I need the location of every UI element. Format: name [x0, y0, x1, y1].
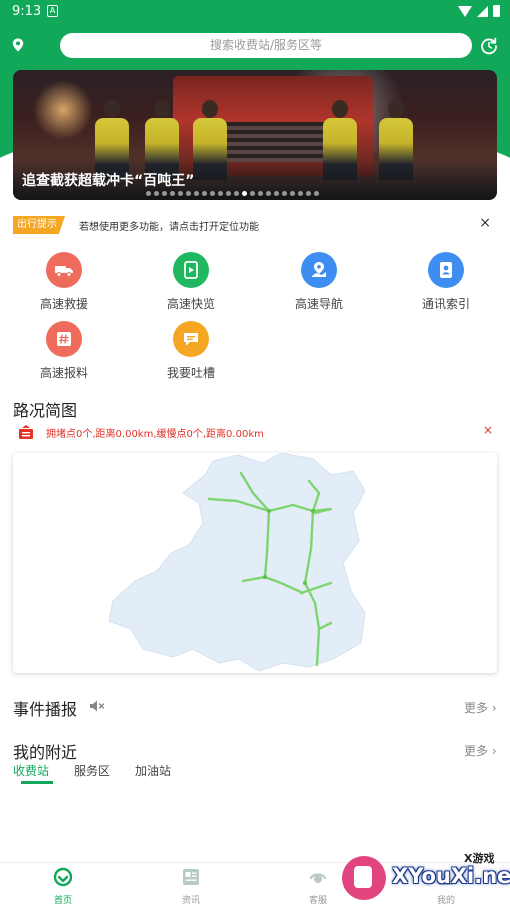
- status-icons: [458, 5, 500, 17]
- func-contacts[interactable]: 通讯索引: [406, 252, 486, 312]
- gamepad-logo-icon: [342, 856, 386, 900]
- func-navigation[interactable]: 高速导航: [279, 252, 359, 312]
- tip-badge: 出行提示: [13, 216, 65, 234]
- phone-video-icon: [173, 252, 209, 288]
- banner-dot[interactable]: [234, 191, 239, 196]
- banner-dot[interactable]: [298, 191, 303, 196]
- search-input[interactable]: 搜索收费站/服务区等: [60, 33, 472, 58]
- speaker-mute-icon[interactable]: [89, 699, 105, 713]
- banner-pagination[interactable]: [146, 191, 319, 196]
- status-bar: 9:13 A: [0, 0, 510, 24]
- banner-dot[interactable]: [210, 191, 215, 196]
- status-time: 9:13: [12, 4, 42, 19]
- nearby-more-link[interactable]: 更多 ›: [464, 742, 497, 759]
- chevron-right-icon: ›: [488, 701, 497, 715]
- events-more-label: 更多: [464, 701, 489, 715]
- banner-light: [33, 80, 93, 140]
- nearby-more-label: 更多: [464, 744, 489, 758]
- events-more-link[interactable]: 更多 ›: [464, 699, 497, 716]
- banner-dot[interactable]: [154, 191, 159, 196]
- watermark-big-text: XYouXi.net: [392, 864, 510, 888]
- nav-home-label: 首页: [53, 896, 72, 906]
- banner-dot[interactable]: [306, 191, 311, 196]
- road-map-card[interactable]: [13, 453, 497, 673]
- banner-dot[interactable]: [170, 191, 175, 196]
- tow-truck-icon: [46, 252, 82, 288]
- banner-dot[interactable]: [194, 191, 199, 196]
- wifi-icon: [458, 5, 472, 17]
- news-icon: [183, 869, 199, 885]
- banner-dot[interactable]: [146, 191, 151, 196]
- map-navigation-icon: [301, 252, 337, 288]
- nav-home[interactable]: 首页: [33, 867, 93, 906]
- chat-bubble-icon: [173, 321, 209, 357]
- func-feedback[interactable]: 我要吐槽: [151, 321, 231, 381]
- tab-service-area[interactable]: 服务区: [74, 762, 110, 779]
- banner-dot[interactable]: [314, 191, 319, 196]
- func-quick-view[interactable]: 高速快览: [151, 252, 231, 312]
- func-report[interactable]: 高速报料: [24, 321, 104, 381]
- tab-toll-station[interactable]: 收费站: [13, 762, 49, 779]
- func-report-label: 高速报料: [39, 366, 88, 380]
- notification-icon: A: [47, 5, 58, 17]
- app-screen: 9:13 A 搜索收费站/服务区等 追查截获超载冲卡“百吨王” 出行提示 若想使…: [0, 0, 510, 906]
- banner-dot[interactable]: [218, 191, 223, 196]
- congestion-text: 拥堵点0个,距离0.00km,缓慢点0个,距离0.00km: [46, 429, 264, 440]
- news-banner[interactable]: 追查截获超载冲卡“百吨王”: [13, 70, 497, 200]
- traffic-alert-icon: [19, 425, 33, 439]
- home-icon: [53, 867, 73, 887]
- nav-service[interactable]: 客服: [288, 867, 348, 906]
- banner-dot[interactable]: [242, 191, 247, 196]
- congestion-bar: 拥堵点0个,距离0.00km,缓慢点0个,距离0.00km ×: [17, 423, 493, 441]
- banner-dot[interactable]: [282, 191, 287, 196]
- battery-icon: [493, 5, 500, 17]
- banner-dot[interactable]: [178, 191, 183, 196]
- active-tab-underline: [21, 781, 53, 784]
- banner-dot[interactable]: [258, 191, 263, 196]
- banner-dot[interactable]: [250, 191, 255, 196]
- road-section-title: 路况简图: [13, 401, 78, 420]
- tab-gas-station[interactable]: 加油站: [135, 762, 171, 779]
- func-contacts-label: 通讯索引: [421, 297, 470, 311]
- nav-service-label: 客服: [308, 896, 327, 906]
- hashtag-report-icon: [46, 321, 82, 357]
- nav-news[interactable]: 资讯: [161, 867, 221, 906]
- tip-text[interactable]: 若想使用更多功能，请点击打开定位功能: [79, 218, 259, 233]
- banner-dot[interactable]: [290, 191, 295, 196]
- location-pin-icon[interactable]: [11, 38, 25, 52]
- banner-dot[interactable]: [162, 191, 167, 196]
- banner-caption: 追查截获超载冲卡“百吨王”: [22, 173, 195, 189]
- events-section-title: 事件播报: [13, 700, 78, 719]
- road-network-map[interactable]: [13, 453, 497, 673]
- func-rescue-label: 高速救援: [39, 297, 88, 311]
- signal-icon: [477, 5, 488, 17]
- contacts-book-icon: [428, 252, 464, 288]
- banner-dot[interactable]: [186, 191, 191, 196]
- congestion-close-button[interactable]: ×: [483, 423, 493, 437]
- customer-service-icon: [309, 873, 327, 883]
- site-watermark: X游戏 XYouXi.net: [342, 850, 510, 906]
- func-navigation-label: 高速导航: [294, 297, 343, 311]
- travel-tip-bar: 出行提示 若想使用更多功能，请点击打开定位功能 ×: [13, 215, 497, 235]
- func-quick-view-label: 高速快览: [166, 297, 215, 311]
- nearby-section-title: 我的附近: [13, 743, 78, 762]
- func-rescue[interactable]: 高速救援: [24, 252, 104, 312]
- banner-dot[interactable]: [202, 191, 207, 196]
- banner-dot[interactable]: [274, 191, 279, 196]
- tip-close-button[interactable]: ×: [479, 215, 491, 231]
- banner-dot[interactable]: [266, 191, 271, 196]
- func-feedback-label: 我要吐槽: [166, 366, 215, 380]
- nav-news-label: 资讯: [181, 896, 200, 906]
- chevron-right-icon: ›: [488, 744, 497, 758]
- refresh-icon[interactable]: [479, 36, 499, 56]
- banner-dot[interactable]: [226, 191, 231, 196]
